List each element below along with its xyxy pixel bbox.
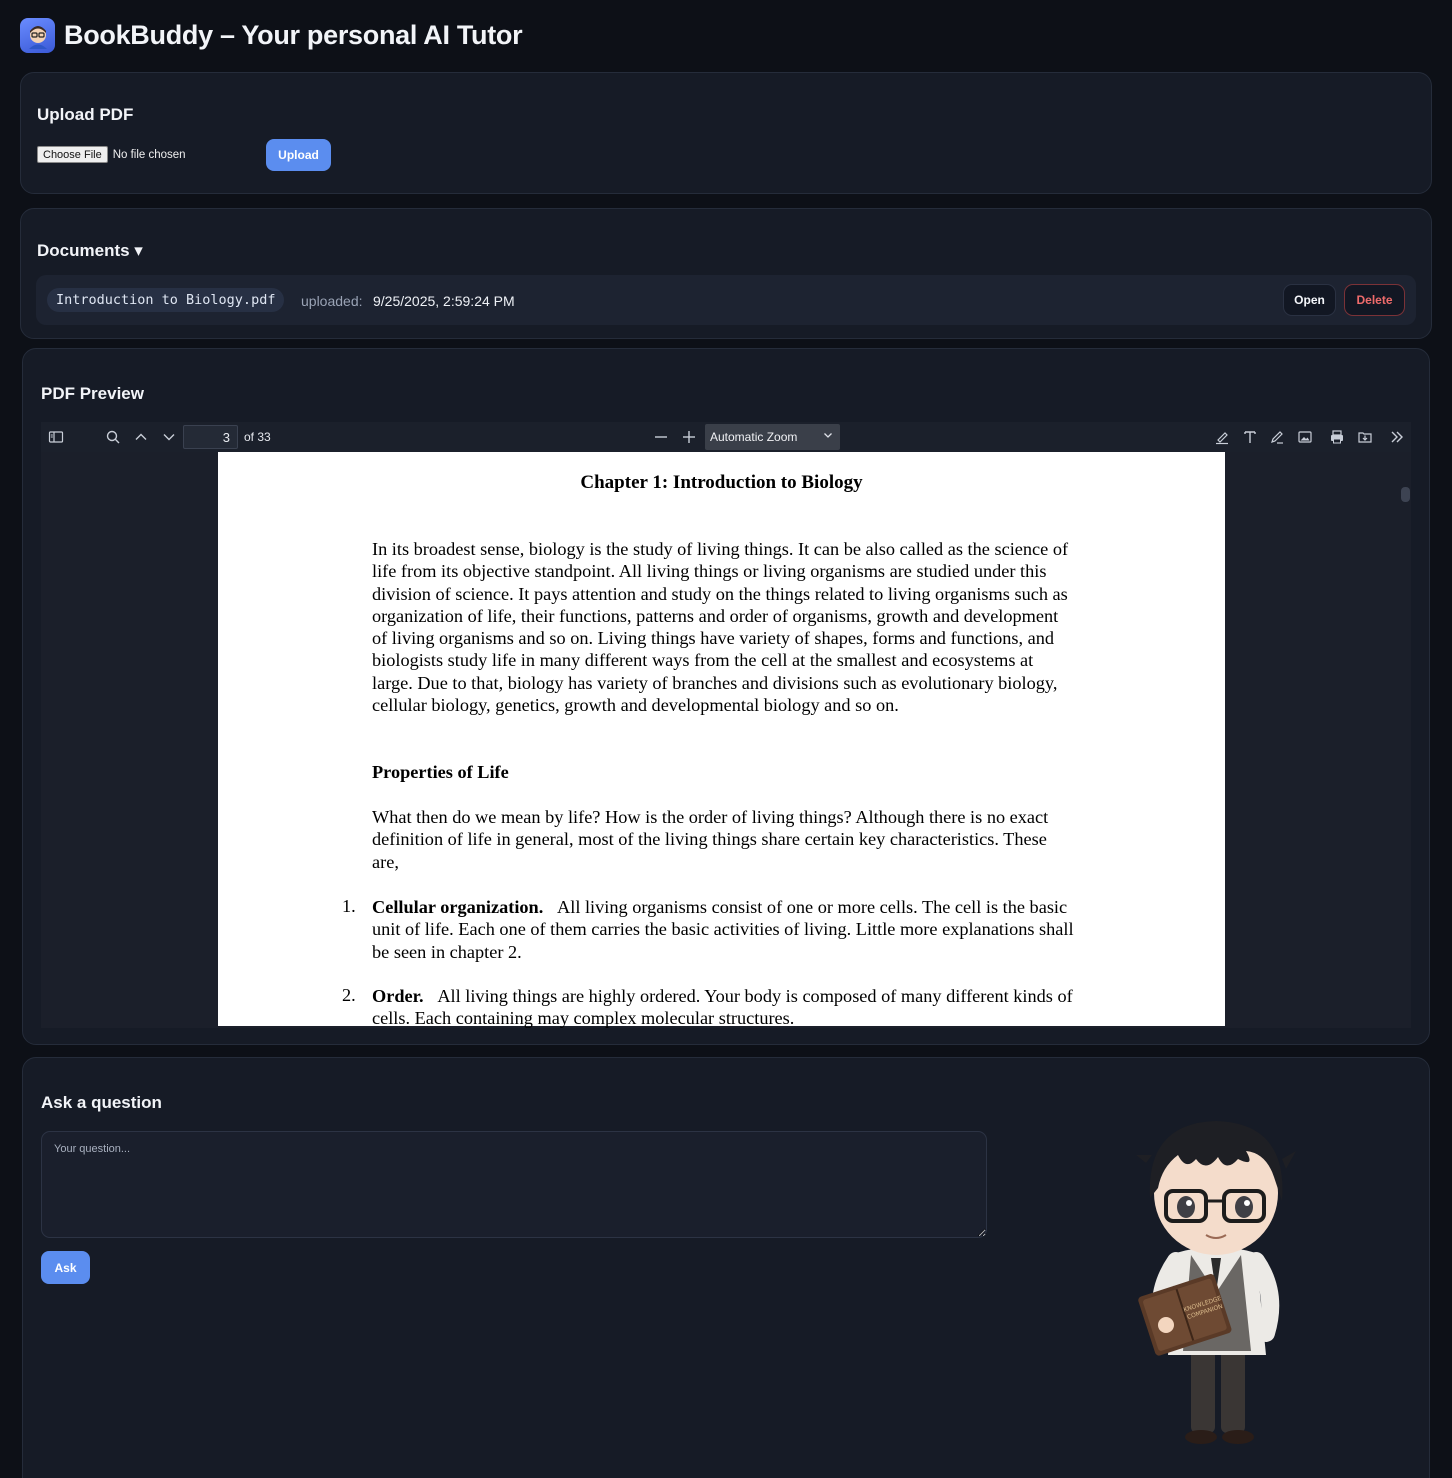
zoom-select[interactable]: Automatic Zoom xyxy=(705,424,840,450)
uploaded-timestamp: 9/25/2025, 2:59:24 PM xyxy=(373,293,515,309)
file-status: No file chosen xyxy=(112,148,186,161)
documents-card: Documents ▾ Introduction to Biology.pdf … xyxy=(20,208,1432,339)
open-document-button[interactable]: Open xyxy=(1283,284,1336,316)
ask-title: Ask a question xyxy=(41,1093,162,1112)
pdf-viewport[interactable]: Chapter 1: Introduction to Biology In it… xyxy=(41,452,1411,1028)
pdf-preview-card: PDF Preview of 33 Automatic Zoom xyxy=(22,348,1430,1045)
ask-card: Ask a question Ask KNOWLEDGE COMPANION xyxy=(22,1057,1430,1478)
question-input[interactable] xyxy=(41,1131,987,1238)
document-name: Introduction to Biology.pdf xyxy=(47,288,285,312)
student-avatar-icon xyxy=(20,18,55,53)
app-title: BookBuddy – Your personal AI Tutor xyxy=(64,20,523,50)
chevron-down-icon xyxy=(824,433,832,438)
pdf-list-item: Order. All living things are highly orde… xyxy=(372,985,1082,1028)
upload-title: Upload PDF xyxy=(37,105,134,124)
search-icon[interactable] xyxy=(104,428,122,446)
more-tools-icon[interactable] xyxy=(1388,428,1406,446)
pdf-list-term: Cellular organization. xyxy=(372,897,544,917)
sidebar-toggle-icon[interactable] xyxy=(47,428,65,446)
zoom-out-icon[interactable] xyxy=(652,428,670,446)
text-tool-icon[interactable] xyxy=(1241,428,1259,446)
document-row: Introduction to Biology.pdf uploaded: 9/… xyxy=(36,275,1416,325)
draw-icon[interactable] xyxy=(1268,428,1286,446)
pdf-paragraph: In its broadest sense, biology is the st… xyxy=(372,539,1069,716)
previous-page-icon[interactable] xyxy=(132,428,150,446)
pdf-list-number: 1. xyxy=(342,896,356,916)
pdf-list-number: 2. xyxy=(342,985,356,1005)
zoom-select-value: Automatic Zoom xyxy=(710,430,798,444)
save-icon[interactable] xyxy=(1356,428,1374,446)
pdf-paragraph: What then do we mean by life? How is the… xyxy=(372,807,1049,872)
tutor-mascot-icon: KNOWLEDGE COMPANION xyxy=(1136,1121,1296,1444)
highlight-icon[interactable] xyxy=(1213,428,1231,446)
ask-button[interactable]: Ask xyxy=(41,1251,90,1284)
pdf-chapter-heading: Chapter 1: Introduction to Biology xyxy=(580,472,863,493)
pdf-list-text: All living things are highly ordered. Yo… xyxy=(372,986,1073,1028)
next-page-icon[interactable] xyxy=(160,428,178,446)
upload-button[interactable]: Upload xyxy=(266,139,331,171)
print-icon[interactable] xyxy=(1328,428,1346,446)
choose-file-button[interactable]: Choose File xyxy=(37,146,108,163)
page-count: of 33 xyxy=(244,430,271,444)
pdf-subheading: Properties of Life xyxy=(372,762,509,782)
pdf-list-term: Order. xyxy=(372,986,424,1006)
page-number-input[interactable] xyxy=(183,425,238,449)
pdf-list-item: Cellular organization. All living organi… xyxy=(372,896,1082,963)
pdf-scrollbar[interactable] xyxy=(1401,487,1410,502)
delete-document-button[interactable]: Delete xyxy=(1344,284,1405,316)
app-header: BookBuddy – Your personal AI Tutor xyxy=(20,18,523,53)
pdf-page: Chapter 1: Introduction to Biology In it… xyxy=(218,452,1225,1028)
pdf-preview-title: PDF Preview xyxy=(41,384,144,403)
pdf-toolbar: of 33 Automatic Zoom xyxy=(41,422,1411,452)
file-picker: Choose File No file chosen xyxy=(37,146,186,163)
image-icon[interactable] xyxy=(1296,428,1314,446)
zoom-in-icon[interactable] xyxy=(680,428,698,446)
upload-card: Upload PDF Choose File No file chosen Up… xyxy=(20,72,1432,194)
documents-toggle[interactable]: Documents ▾ xyxy=(37,241,143,261)
uploaded-label: uploaded: xyxy=(301,293,363,309)
